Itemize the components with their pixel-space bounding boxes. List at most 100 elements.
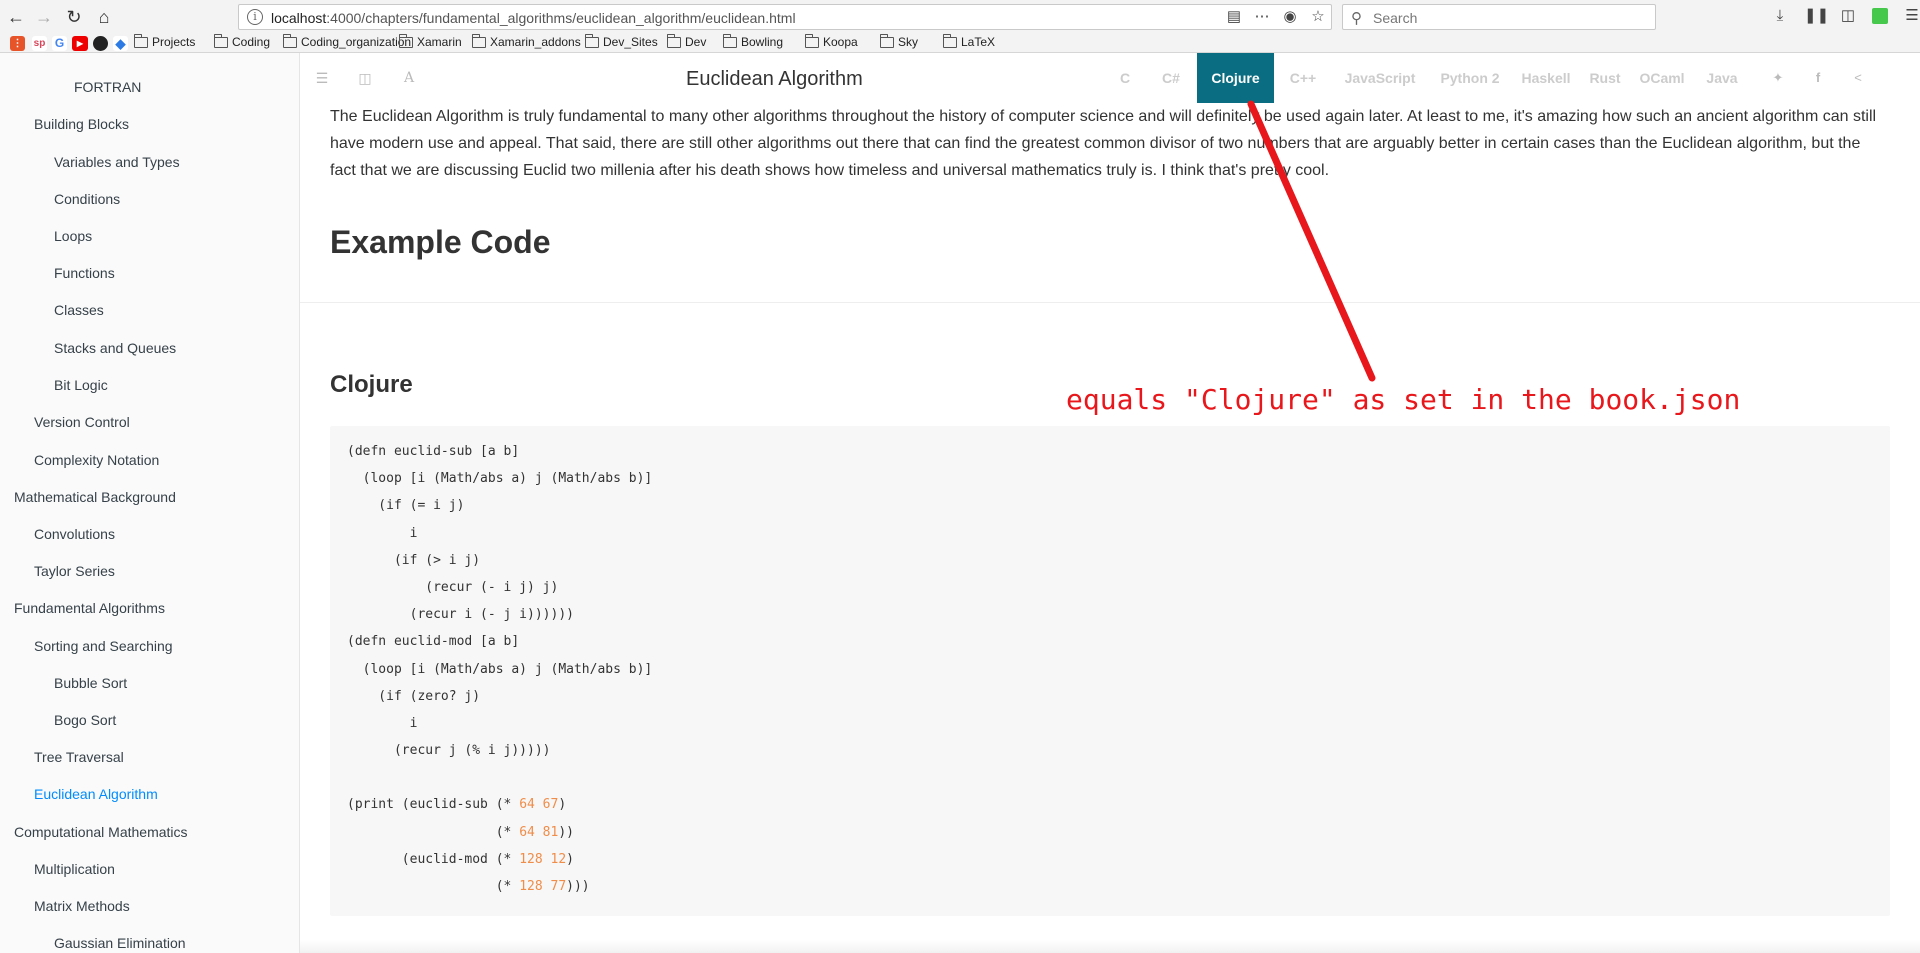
bookmark-label: Bowling (741, 35, 784, 49)
bookmark-dev-sites[interactable]: Dev_Sites (585, 33, 658, 49)
sidebar-item-conditions[interactable]: Conditions (54, 191, 120, 207)
sidebar-item-bubble-sort[interactable]: Bubble Sort (54, 675, 127, 691)
site-info-icon[interactable]: i (247, 9, 263, 25)
extension-icon[interactable] (1872, 8, 1888, 24)
bookmark-latex[interactable]: LaTeX (943, 33, 995, 49)
tab-haskell[interactable]: Haskell (1518, 53, 1574, 103)
search-icon: ⚲ (1351, 10, 1362, 27)
sidebar-item-functions[interactable]: Functions (54, 265, 115, 281)
browser-toolbar: ⤓ ❚❚ ◫ ☰ (1770, 6, 1920, 26)
bookmark-label: Sky (898, 35, 919, 49)
toggle-sidebar-icon[interactable]: ☰ (314, 70, 330, 86)
bookmark-dev[interactable]: Dev (667, 33, 706, 49)
bookmark-favicon-sp-icon[interactable]: sp (32, 36, 47, 51)
bookmark-sky[interactable]: Sky (880, 33, 919, 49)
tab-c[interactable]: C (1110, 53, 1140, 103)
sidebar-item-stacks-and-queues[interactable]: Stacks and Queues (54, 340, 176, 356)
folder-icon (214, 33, 228, 48)
code-line: (if (zero? j) (347, 688, 481, 704)
tab-java[interactable]: Java (1704, 53, 1740, 103)
language-heading: Clojure (330, 371, 413, 398)
bookmark-label: Koopa (823, 35, 858, 49)
url-path: :4000/chapters/fundamental_algorithms/eu… (326, 10, 796, 26)
bookmark-xamarin[interactable]: Xamarin (399, 33, 462, 49)
bookmark-coding-organization[interactable]: Coding_organization (283, 33, 411, 49)
code-line: (if (> i j) (347, 552, 481, 568)
back-arrow-icon[interactable]: ← (4, 5, 28, 29)
url-actions: ▤ ⋯ ◉ ☆ (1225, 8, 1327, 26)
search-bar[interactable]: ⚲ Search (1342, 4, 1656, 30)
share-icon[interactable]: < (1850, 70, 1866, 86)
tab-rust[interactable]: Rust (1588, 53, 1622, 103)
bookmark-koopa[interactable]: Koopa (805, 33, 858, 49)
sidebar-item-mathematical-background[interactable]: Mathematical Background (14, 489, 176, 505)
bookmark-projects[interactable]: Projects (134, 33, 195, 49)
bookmark-favicon-github-icon[interactable] (93, 36, 108, 51)
sidebar-item-computational-mathematics[interactable]: Computational Mathematics (14, 824, 188, 840)
bookmark-favicon-orange-icon[interactable]: ⋮ (10, 36, 25, 51)
twitter-icon[interactable]: ✦ (1770, 70, 1786, 86)
pocket-icon[interactable]: ◉ (1281, 8, 1299, 26)
tab-ocaml[interactable]: OCaml (1636, 53, 1688, 103)
bookmark-favicon-youtube-icon[interactable]: ▶ (72, 36, 88, 51)
bookmark-label: Xamarin_addons (490, 35, 581, 49)
sidebar-item-complexity-notation[interactable]: Complexity Notation (34, 452, 159, 468)
bookmark-favicon-google-icon[interactable]: G (52, 36, 67, 51)
url-text[interactable]: localhost:4000/chapters/fundamental_algo… (271, 10, 796, 26)
sidebar-item-classes[interactable]: Classes (54, 302, 104, 318)
code-line: (loop [i (Math/abs a) j (Math/abs b)] (347, 661, 653, 677)
reader-view-icon[interactable]: ▤ (1225, 8, 1243, 26)
bottom-fade (300, 940, 1920, 953)
tab-csharp[interactable]: C# (1156, 53, 1186, 103)
tab-python-2[interactable]: Python 2 (1438, 53, 1502, 103)
sidebar-item-sorting-and-searching[interactable]: Sorting and Searching (34, 638, 173, 654)
sidebar-toggle-icon[interactable]: ◫ (1838, 6, 1858, 26)
more-actions-icon[interactable]: ⋯ (1253, 8, 1271, 26)
sidebar-item-gaussian-elimination[interactable]: Gaussian Elimination (54, 935, 186, 951)
code-line: (recur (- i j) j) (347, 579, 559, 595)
split-view-icon[interactable]: ◫ (357, 70, 373, 86)
sidebar-item-euclidean-algorithm[interactable]: Euclidean Algorithm (34, 786, 158, 802)
bookmark-coding[interactable]: Coding (214, 33, 270, 49)
sidebar-item-version-control[interactable]: Version Control (34, 414, 130, 430)
sidebar-item-variables-and-types[interactable]: Variables and Types (54, 154, 180, 170)
sidebar-item-building-blocks[interactable]: Building Blocks (34, 116, 129, 132)
sidebar-item-convolutions[interactable]: Convolutions (34, 526, 115, 542)
bookmark-favicon-layers-icon[interactable]: ◆ (113, 36, 128, 51)
sidebar-item-bit-logic[interactable]: Bit Logic (54, 377, 108, 393)
bookmark-star-icon[interactable]: ☆ (1309, 8, 1327, 26)
facebook-icon[interactable]: f (1810, 70, 1826, 86)
tab-cpp[interactable]: C++ (1283, 53, 1323, 103)
home-icon[interactable]: ⌂ (92, 5, 116, 29)
forward-arrow-icon[interactable]: → (32, 5, 56, 29)
code-block[interactable]: (defn euclid-sub [a b] (loop [i (Math/ab… (330, 426, 1890, 916)
sidebar-item-matrix-methods[interactable]: Matrix Methods (34, 898, 130, 914)
sidebar-item-tree-traversal[interactable]: Tree Traversal (34, 749, 124, 765)
code-line: i (347, 715, 418, 731)
folder-icon (723, 33, 737, 48)
book-sidebar: FORTRAN Building Blocks Variables and Ty… (0, 53, 300, 953)
sidebar-item-loops[interactable]: Loops (54, 228, 92, 244)
book-header: ☰ ◫ A Euclidean Algorithm C C# Clojure C… (300, 53, 1920, 103)
sidebar-item-taylor-series[interactable]: Taylor Series (34, 563, 115, 579)
tab-javascript[interactable]: JavaScript (1340, 53, 1420, 103)
bookmarks-bar: ⋮ sp G ▶ ◆ Projects Coding Coding_organi… (0, 33, 1920, 53)
code-line: (euclid-mod (* 128 12) (347, 851, 574, 867)
bookmark-label: Xamarin (417, 35, 462, 49)
intro-paragraph: The Euclidean Algorithm is truly fundame… (330, 108, 1877, 179)
library-icon[interactable]: ❚❚ (1804, 6, 1829, 26)
reload-icon[interactable]: ↻ (62, 5, 86, 29)
search-placeholder: Search (1373, 10, 1418, 26)
menu-icon[interactable]: ☰ (1902, 6, 1920, 26)
tab-clojure[interactable]: Clojure (1197, 53, 1274, 103)
download-icon[interactable]: ⤓ (1770, 6, 1790, 26)
sidebar-item-multiplication[interactable]: Multiplication (34, 861, 115, 877)
font-settings-icon[interactable]: A (401, 70, 417, 86)
url-bar[interactable]: i localhost:4000/chapters/fundamental_al… (238, 4, 1332, 30)
bookmark-bowling[interactable]: Bowling (723, 33, 784, 49)
sidebar-item-fortran[interactable]: FORTRAN (74, 79, 141, 95)
bookmark-xamarin-addons[interactable]: Xamarin_addons (472, 33, 581, 49)
sidebar-item-fundamental-algorithms[interactable]: Fundamental Algorithms (14, 600, 165, 616)
sidebar-item-bogo-sort[interactable]: Bogo Sort (54, 712, 116, 728)
